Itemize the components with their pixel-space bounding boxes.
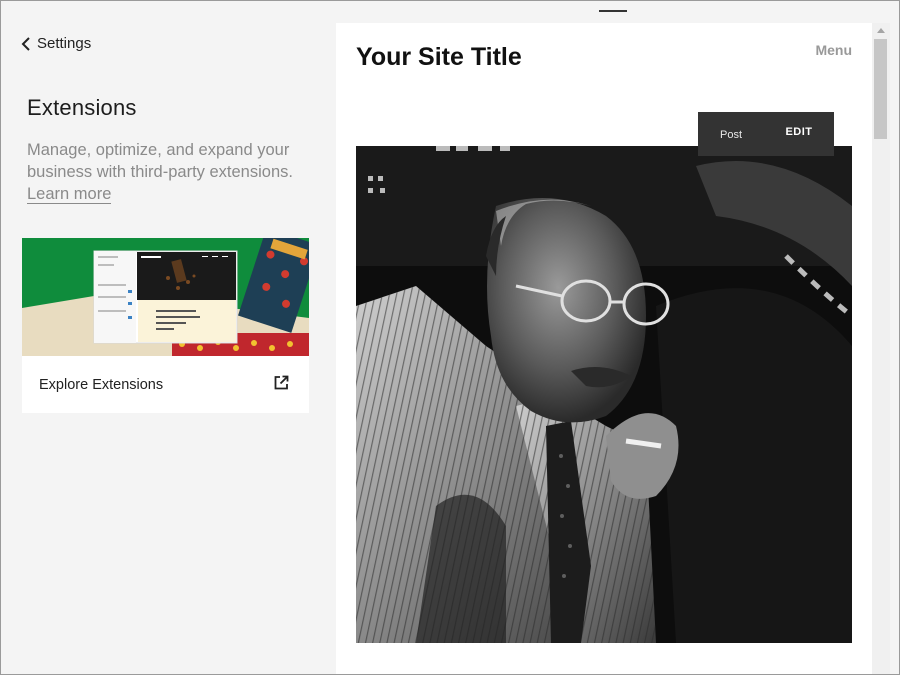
back-to-settings-link[interactable]: Settings — [21, 35, 91, 52]
post-edit-toolbar: Post EDIT — [698, 112, 834, 156]
explore-extensions-card[interactable]: Explore Extensions — [22, 238, 309, 413]
post-button[interactable]: Post — [698, 127, 764, 141]
panel-title: Extensions — [27, 95, 137, 120]
site-title[interactable]: Your Site Title — [356, 43, 522, 72]
scroll-up-arrow-icon[interactable] — [877, 28, 885, 33]
back-link-label: Settings — [37, 35, 92, 52]
site-menu-button[interactable]: Menu — [815, 42, 852, 58]
black-and-white-portrait-photo[interactable] — [356, 146, 852, 643]
settings-sidebar: Settings Extensions Manage, optimize, an… — [1, 1, 335, 674]
site-preview: Your Site Title Menu Post EDIT — [336, 23, 872, 674]
extensions-preview-image — [22, 238, 309, 356]
description-text: Manage, optimize, and expand your busine… — [27, 141, 293, 181]
explore-extensions-label: Explore Extensions — [39, 376, 164, 393]
scroll-thumb[interactable] — [874, 39, 887, 139]
panel-description: Manage, optimize, and expand your busine… — [27, 139, 317, 205]
card-footer: Explore Extensions — [22, 356, 309, 413]
chevron-left-icon — [21, 36, 31, 52]
edit-button[interactable]: EDIT — [764, 126, 834, 138]
preview-scrollbar[interactable] — [872, 23, 890, 674]
panel-drag-handle[interactable] — [599, 10, 627, 12]
learn-more-link[interactable]: Learn more — [27, 185, 112, 204]
external-link-icon[interactable] — [274, 375, 289, 395]
app-window: Settings Extensions Manage, optimize, an… — [0, 0, 900, 675]
